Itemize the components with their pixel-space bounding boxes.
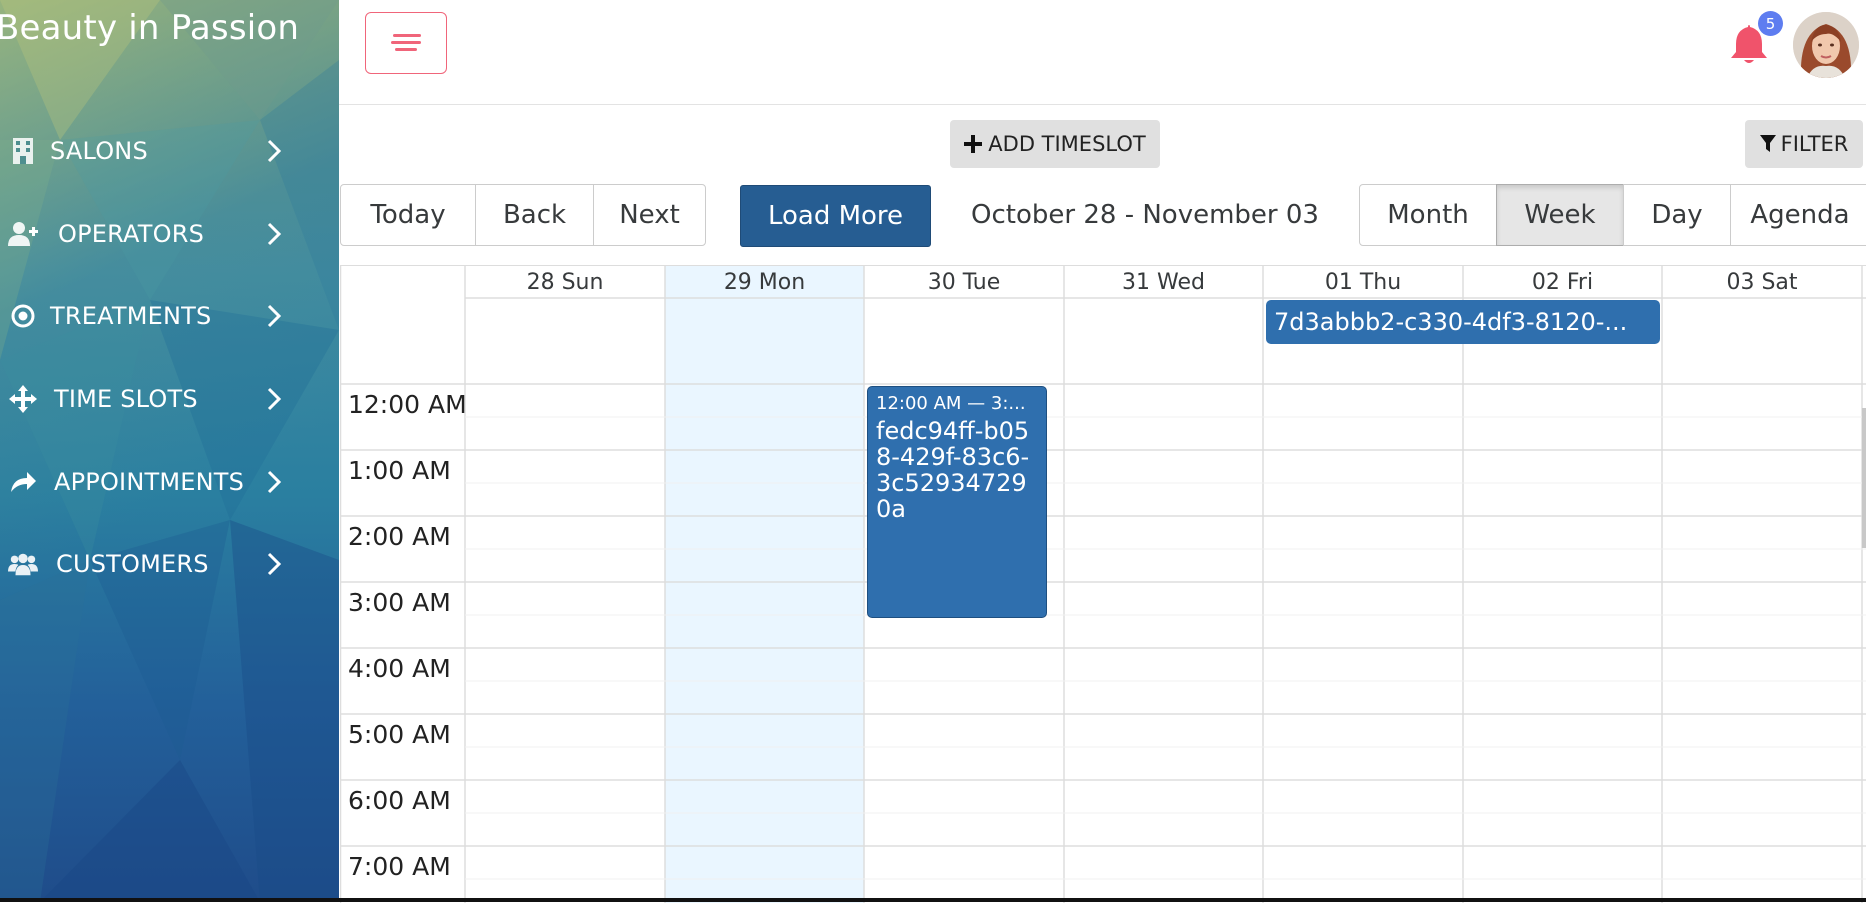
plus-icon [964,135,983,153]
today-button[interactable]: Today [340,184,476,246]
avatar[interactable] [1793,12,1859,78]
day-header[interactable]: 31 Wed [1064,266,1263,298]
brand-title: Beauty in Passion [0,8,300,48]
dot-circle-icon [8,301,38,331]
event-title: fedc94ff-b058-429f-83c6-3c529347290a [876,417,1030,523]
sidebar-item-time-slots[interactable]: TIME SLOTS [0,358,339,441]
user-plus-icon [8,219,38,249]
day-header[interactable]: 30 Tue [864,266,1064,298]
sidebar-item-treatments[interactable]: TREATMENTS [0,275,339,358]
sidebar-item-salons[interactable]: SALONS [0,110,339,193]
top-header: 5 [339,0,1866,105]
time-label: 12:00 AM [348,390,467,419]
sidebar-item-label: TREATMENTS [50,302,212,331]
week-calendar: 28 Sun 29 Mon 30 Tue 31 Wed 01 Thu 02 Fr… [340,265,1866,903]
view-agenda-button[interactable]: Agenda [1730,184,1866,246]
share-arrow-icon [8,467,38,497]
arrows-move-icon [8,384,38,414]
view-week-button[interactable]: Week [1496,184,1624,246]
day-header[interactable]: 29 Mon [665,266,864,298]
sidebar-item-customers[interactable]: CUSTOMERS [0,523,339,606]
calendar-grid-lines [340,266,1866,903]
back-button[interactable]: Back [475,184,594,246]
view-month-button[interactable]: Month [1359,184,1497,246]
sidebar-nav: SALONS OPERATORS TREATMENTS TIME SLOTS A… [0,110,339,606]
time-label: 5:00 AM [348,720,451,749]
next-button[interactable]: Next [593,184,706,246]
chevron-right-icon [267,140,282,163]
time-label: 7:00 AM [348,852,451,881]
menu-toggle-button[interactable] [365,12,447,74]
chevron-right-icon [267,470,282,493]
filter-label: FILTER [1780,132,1849,156]
day-header[interactable]: 03 Sat [1662,266,1862,298]
time-label: 2:00 AM [348,522,451,551]
load-more-button[interactable]: Load More [740,185,931,247]
notification-count-badge: 5 [1758,11,1783,36]
sidebar-item-label: APPOINTMENTS [54,467,245,496]
chevron-right-icon [267,222,282,245]
day-header[interactable]: 01 Thu [1263,266,1463,298]
sidebar-item-label: OPERATORS [58,219,205,248]
view-day-button[interactable]: Day [1623,184,1731,246]
users-icon [8,549,38,579]
day-header[interactable]: 28 Sun [465,266,665,298]
sidebar-item-operators[interactable]: OPERATORS [0,193,339,276]
event-time-label: 12:00 AM — 3:... [876,393,1026,414]
sidebar-item-appointments[interactable]: APPOINTMENTS [0,440,339,523]
chevron-right-icon [267,553,282,576]
menu-lines-icon [391,34,421,51]
calendar-scrollbar[interactable] [1862,408,1866,548]
allday-event[interactable]: 7d3abbb2-c330-4df3-8120-... [1266,300,1660,344]
chevron-right-icon [267,388,282,411]
sidebar: Beauty in Passion SALONS OPERATORS TREAT… [0,0,339,902]
day-header[interactable]: 02 Fri [1463,266,1662,298]
filter-icon [1759,135,1776,152]
sidebar-item-label: CUSTOMERS [56,550,209,579]
filter-button[interactable]: FILTER [1745,120,1863,168]
date-range-label: October 28 - November 03 [971,200,1319,230]
window-bottom-edge [0,898,1866,902]
time-label: 6:00 AM [348,786,451,815]
time-label: 1:00 AM [348,456,451,485]
sidebar-item-label: SALONS [50,137,148,166]
time-label: 4:00 AM [348,654,451,683]
building-icon [8,136,38,166]
add-timeslot-button[interactable]: ADD TIMESLOT [950,120,1160,168]
sidebar-item-label: TIME SLOTS [54,385,198,414]
chevron-right-icon [267,305,282,328]
timed-event[interactable]: 12:00 AM — 3:... fedc94ff-b058-429f-83c6… [867,386,1047,618]
add-timeslot-label: ADD TIMESLOT [988,132,1146,156]
time-label: 3:00 AM [348,588,451,617]
